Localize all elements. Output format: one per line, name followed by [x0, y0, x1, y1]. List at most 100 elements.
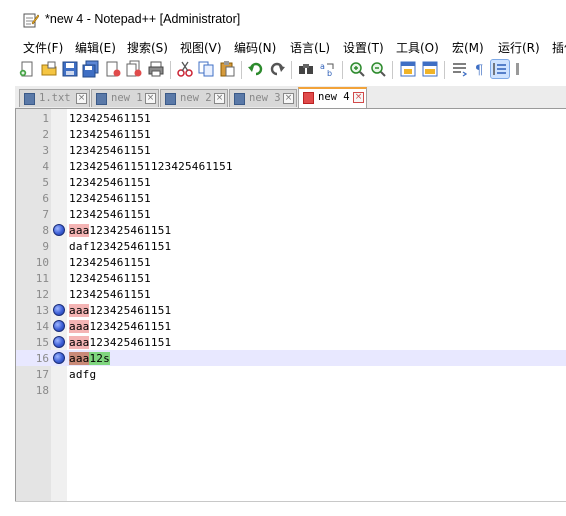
open-file-icon[interactable] [40, 60, 58, 78]
tab-1txt[interactable]: 1.txt × [19, 89, 90, 107]
tab-label: 1.txt [39, 92, 71, 104]
save-icon[interactable] [61, 60, 79, 78]
editor-line[interactable]: 1 123425461151 [16, 110, 566, 126]
code-text: 123425461151 [69, 192, 151, 205]
editor-line[interactable]: 2 123425461151 [16, 126, 566, 142]
menu-run[interactable]: 运行(R) [498, 39, 540, 56]
editor-line[interactable]: 3 123425461151 [16, 142, 566, 158]
editor-line[interactable]: 14 aaa123425461151 [16, 318, 566, 334]
current-line[interactable]: 16 aaa12s [16, 350, 566, 366]
save-all-icon[interactable] [82, 60, 100, 78]
bookmark-icon[interactable] [53, 224, 65, 236]
menu-edit[interactable]: 编辑(E) [75, 39, 116, 56]
line-number: 6 [42, 192, 49, 205]
line-number: 2 [42, 128, 49, 141]
line-number: 16 [35, 352, 49, 365]
show-all-chars-icon[interactable]: ¶ [471, 60, 489, 78]
code-text: 123425461151 [69, 176, 151, 189]
code-text: 123425461151123425461151 [69, 160, 233, 173]
line-number: 14 [35, 320, 49, 333]
close-tab-icon[interactable]: × [353, 92, 364, 103]
bookmark-icon[interactable] [53, 304, 65, 316]
tab-new-1[interactable]: new 1 × [91, 89, 159, 107]
close-tab-icon[interactable]: × [283, 93, 294, 104]
paste-icon[interactable] [218, 60, 236, 78]
editor-line[interactable]: 17 adfg [16, 366, 566, 382]
code-text: 123425461151 [69, 128, 151, 141]
tab-new-2[interactable]: new 2 × [160, 89, 228, 107]
indent-guide-icon[interactable] [490, 59, 510, 79]
menu-file[interactable]: 文件(F) [23, 39, 63, 56]
new-file-icon[interactable] [18, 60, 36, 78]
close-icon[interactable] [104, 60, 122, 78]
copy-icon[interactable] [197, 60, 215, 78]
line-number: 3 [42, 144, 49, 157]
editor-line[interactable]: 10 123425461151 [16, 254, 566, 270]
menu-search[interactable]: 搜索(S) [127, 39, 168, 56]
editor-line[interactable]: 5 123425461151 [16, 174, 566, 190]
editor-line[interactable]: 9 daf123425461151 [16, 238, 566, 254]
editor-line[interactable]: 7 123425461151 [16, 206, 566, 222]
editor-line[interactable]: 8 aaa123425461151 [16, 222, 566, 238]
redo-icon[interactable] [268, 60, 286, 78]
code-text: 123425461151 [69, 256, 151, 269]
menu-language[interactable]: 语言(L) [290, 39, 330, 56]
print-icon[interactable] [147, 60, 165, 78]
toolbar: ab ¶ [15, 57, 566, 83]
editor-line[interactable]: 6 123425461151 [16, 190, 566, 206]
line-text: 123425461151 [69, 176, 151, 189]
svg-text:a: a [320, 62, 325, 71]
code-text: daf123425461151 [69, 240, 172, 253]
line-number: 17 [35, 368, 49, 381]
zoom-out-icon[interactable] [369, 60, 387, 78]
sync-horizontal-icon[interactable] [421, 60, 439, 78]
menu-tools[interactable]: 工具(O) [396, 39, 439, 56]
toolbar-separator [342, 61, 343, 79]
line-text: aaa12s [69, 352, 110, 365]
menu-encoding[interactable]: 编码(N) [234, 39, 276, 56]
close-tab-icon[interactable]: × [76, 93, 87, 104]
editor-line[interactable]: 18 [16, 382, 566, 398]
line-text: 123425461151 [69, 288, 151, 301]
search-match-highlight: aaa [69, 352, 90, 365]
cut-icon[interactable] [176, 60, 194, 78]
line-text: 123425461151 [69, 192, 151, 205]
line-number: 9 [42, 240, 49, 253]
sync-vertical-icon[interactable] [399, 60, 417, 78]
bookmark-icon[interactable] [53, 352, 65, 364]
word-wrap-icon[interactable] [451, 60, 469, 78]
window-title: *new 4 - Notepad++ [Administrator] [45, 12, 241, 26]
menu-macro[interactable]: 宏(M) [452, 39, 484, 56]
title-bar: *new 4 - Notepad++ [Administrator] [0, 0, 566, 38]
editor-line[interactable]: 13 aaa123425461151 [16, 302, 566, 318]
editor-line[interactable]: 4 123425461151123425461151 [16, 158, 566, 174]
line-text: 123425461151 [69, 144, 151, 157]
line-text: 123425461151 [69, 272, 151, 285]
menu-settings[interactable]: 设置(T) [343, 39, 384, 56]
line-number: 1 [42, 112, 49, 125]
undo-icon[interactable] [247, 60, 265, 78]
line-text: 123425461151 [69, 256, 151, 269]
more-toolbar-icon[interactable] [513, 60, 531, 78]
line-number: 11 [35, 272, 49, 285]
find-icon[interactable] [297, 60, 315, 78]
line-text: 123425461151 [69, 112, 151, 125]
close-tab-icon[interactable]: × [145, 93, 156, 104]
menu-bar: 文件(F) 编辑(E) 搜索(S) 视图(V) 编码(N) 语言(L) 设置(T… [0, 38, 566, 56]
bookmark-icon[interactable] [53, 320, 65, 332]
line-number: 8 [42, 224, 49, 237]
close-tab-icon[interactable]: × [214, 93, 225, 104]
menu-view[interactable]: 视图(V) [180, 39, 222, 56]
tab-new-4[interactable]: new 4 × [298, 87, 367, 108]
close-all-icon[interactable] [125, 60, 143, 78]
line-number: 13 [35, 304, 49, 317]
tab-new-3[interactable]: new 3 × [229, 89, 297, 107]
zoom-in-icon[interactable] [348, 60, 366, 78]
editor-line[interactable]: 15 aaa123425461151 [16, 334, 566, 350]
editor-line[interactable]: 11 123425461151 [16, 270, 566, 286]
code-text: 123425461151 [89, 320, 172, 333]
bookmark-icon[interactable] [53, 336, 65, 348]
editor-line[interactable]: 12 123425461151 [16, 286, 566, 302]
replace-icon[interactable]: ab [319, 60, 337, 78]
menu-plugins[interactable]: 插件 [552, 39, 566, 56]
